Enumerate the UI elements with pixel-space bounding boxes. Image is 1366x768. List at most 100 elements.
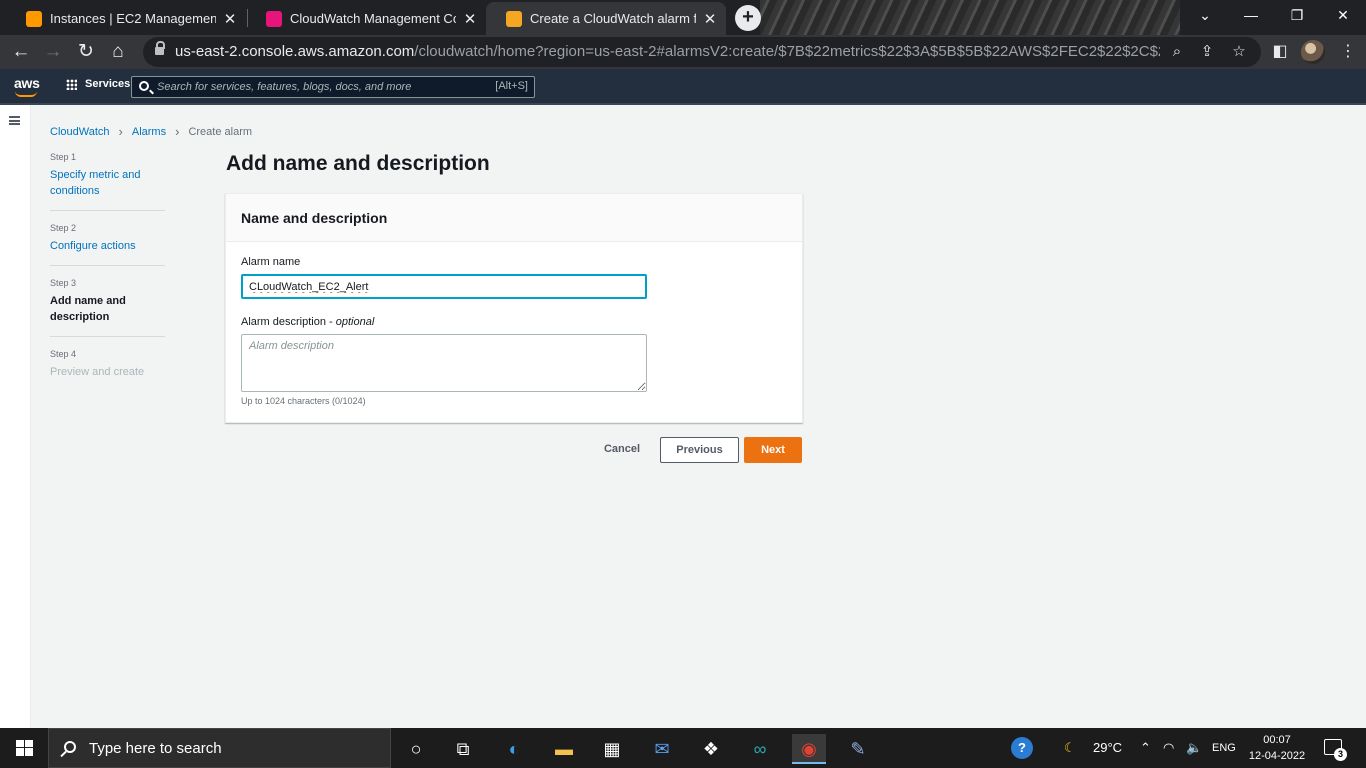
page-title: Add name and description <box>226 152 490 175</box>
tab-title: CloudWatch Management Conso <box>290 11 456 26</box>
windows-taskbar: Type here to search ○ ⧉ ◐ ▬ ▦ ✉ ❖ ∞ ◉ ✎ … <box>0 728 1366 768</box>
next-button[interactable]: Next <box>744 437 802 463</box>
address-bar[interactable]: us-east-2.console.aws.amazon.com/cloudwa… <box>143 37 1261 67</box>
step-number: Step 2 <box>50 223 77 233</box>
cloudwatch-favicon-icon <box>266 10 282 27</box>
step-link-specify-metric[interactable]: Specify metric and conditions <box>50 167 165 199</box>
side-panel-icon[interactable]: ◧ <box>1268 40 1292 64</box>
clock-date: 12-04-2022 <box>1248 750 1306 762</box>
close-tab-icon[interactable]: ✕ <box>222 10 238 28</box>
wizard-step-4: Step 4 Preview and create <box>50 349 165 391</box>
alarm-description-label: Alarm description - optional <box>241 316 374 328</box>
back-arrow-icon[interactable]: ← <box>8 39 34 65</box>
breadcrumb-create-alarm: Create alarm <box>188 125 253 138</box>
wifi-icon[interactable]: ◠ <box>1163 728 1174 768</box>
aws-top-nav: aws Services [Alt+S] <box>0 69 1366 105</box>
chevron-right-icon: › <box>175 124 180 139</box>
edge-browser-icon[interactable]: ◐ <box>497 734 531 764</box>
character-count-hint: Up to 1024 characters (0/1024) <box>241 396 366 406</box>
wizard-step-2: Step 2 Configure actions <box>50 223 165 266</box>
wizard-step-1: Step 1 Specify metric and conditions <box>50 152 165 211</box>
previous-button[interactable]: Previous <box>660 437 739 463</box>
task-view-icon[interactable]: ⧉ <box>446 734 480 764</box>
help-question-icon[interactable]: ? <box>1010 728 1034 768</box>
file-explorer-icon[interactable]: ▬ <box>547 734 581 764</box>
step-number: Step 1 <box>50 152 77 162</box>
browser-tabstrip: Instances | EC2 Management Con ✕ CloudWa… <box>0 0 1366 35</box>
tab-search-chevron-icon[interactable]: ⌄ <box>1182 0 1228 30</box>
search-icon <box>64 741 76 753</box>
breadcrumb-cloudwatch[interactable]: CloudWatch <box>50 126 110 138</box>
hamburger-menu-icon[interactable] <box>9 116 20 125</box>
lock-icon[interactable] <box>155 41 165 57</box>
paint-palette-icon[interactable]: ✎ <box>841 734 875 764</box>
breadcrumb-alarms[interactable]: Alarms <box>132 126 166 138</box>
taskbar-search-box[interactable]: Type here to search <box>48 728 391 768</box>
cancel-button[interactable]: Cancel <box>596 437 648 463</box>
weather-moon-icon[interactable]: ☾ <box>1064 728 1076 768</box>
search-icon <box>139 81 149 91</box>
mail-icon[interactable]: ✉ <box>645 734 679 764</box>
forward-arrow-icon[interactable]: → <box>40 39 66 65</box>
chrome-taskbar-icon[interactable]: ◉ <box>792 734 826 764</box>
side-navigation-rail <box>0 105 31 728</box>
aws-search-input[interactable] <box>157 78 487 96</box>
url-text[interactable]: us-east-2.console.aws.amazon.com/cloudwa… <box>175 43 1160 60</box>
alarm-name-label: Alarm name <box>241 256 301 268</box>
bookmark-star-icon[interactable]: ☆ <box>1228 41 1250 63</box>
aws-search-box[interactable]: [Alt+S] <box>131 76 535 98</box>
optional-tag: optional <box>335 316 375 328</box>
wizard-steps: Step 1 Specify metric and conditions Ste… <box>50 152 165 403</box>
step-number: Step 4 <box>50 349 77 359</box>
alarm-name-input[interactable] <box>241 274 647 299</box>
notification-count-badge: 3 <box>1334 748 1347 761</box>
breadcrumb: CloudWatch › Alarms › Create alarm <box>50 124 252 139</box>
search-shortcut-hint: [Alt+S] <box>495 80 528 92</box>
browser-tab-cloudwatch[interactable]: CloudWatch Management Conso ✕ <box>246 2 486 35</box>
zoom-search-icon[interactable]: ⌕ <box>1166 41 1188 63</box>
panel-header: Name and description <box>226 194 802 242</box>
window-close-icon[interactable]: ✕ <box>1320 0 1366 30</box>
minimize-icon[interactable]: — <box>1228 0 1274 30</box>
aws-logo[interactable]: aws <box>14 75 40 91</box>
tray-chevron-up-icon[interactable]: ⌃ <box>1140 728 1151 768</box>
browser-tab-create-alarm[interactable]: Create a CloudWatch alarm for an ✕ <box>486 2 726 35</box>
services-menu-button[interactable]: Services <box>66 78 130 90</box>
name-description-panel: Name and description Alarm name Alarm de… <box>225 193 803 423</box>
home-icon[interactable]: ⌂ <box>105 39 131 65</box>
panel-title: Name and description <box>241 210 388 226</box>
system-clock[interactable]: 00:07 12-04-2022 <box>1247 732 1307 764</box>
wizard-step-3: Step 3 Add name and description <box>50 278 165 337</box>
alarm-description-textarea[interactable] <box>241 334 647 392</box>
ec2-favicon-icon <box>26 10 42 27</box>
volume-icon[interactable]: 🔈 <box>1186 728 1202 768</box>
chevron-right-icon: › <box>118 124 123 139</box>
close-tab-icon[interactable]: ✕ <box>702 10 718 28</box>
arduino-infinity-icon[interactable]: ∞ <box>743 734 777 764</box>
close-tab-icon[interactable]: ✕ <box>462 10 478 28</box>
dropbox-icon[interactable]: ❖ <box>694 734 728 764</box>
step-link-configure-actions[interactable]: Configure actions <box>50 238 165 254</box>
services-label: Services <box>85 78 131 90</box>
tabstrip-background <box>760 0 1180 35</box>
new-tab-button[interactable]: + <box>735 5 761 31</box>
browser-tab-ec2[interactable]: Instances | EC2 Management Con ✕ <box>6 2 246 35</box>
microsoft-store-icon[interactable]: ▦ <box>595 734 629 764</box>
browser-toolbar: ← → ↻ ⌂ us-east-2.console.aws.amazon.com… <box>0 35 1366 69</box>
temperature-text[interactable]: 29°C <box>1093 728 1122 768</box>
share-icon[interactable]: ⇪ <box>1196 41 1218 63</box>
restore-icon[interactable]: ❐ <box>1274 0 1320 30</box>
reload-icon[interactable]: ↻ <box>73 39 99 65</box>
step-current-add-name: Add name and description <box>50 295 126 323</box>
language-indicator[interactable]: ENG <box>1212 728 1236 768</box>
chrome-menu-icon[interactable]: ⋮ <box>1336 40 1360 64</box>
cortana-circle-icon[interactable]: ○ <box>399 734 433 764</box>
grid-icon <box>66 78 77 90</box>
profile-avatar[interactable] <box>1301 40 1325 64</box>
aws-favicon-icon <box>506 10 522 27</box>
taskbar-search-text: Type here to search <box>89 740 222 757</box>
step-number: Step 3 <box>50 278 77 288</box>
alarm-description-label-text: Alarm description - <box>241 316 336 328</box>
clock-time: 00:07 <box>1263 734 1291 746</box>
windows-start-icon[interactable] <box>16 740 33 756</box>
